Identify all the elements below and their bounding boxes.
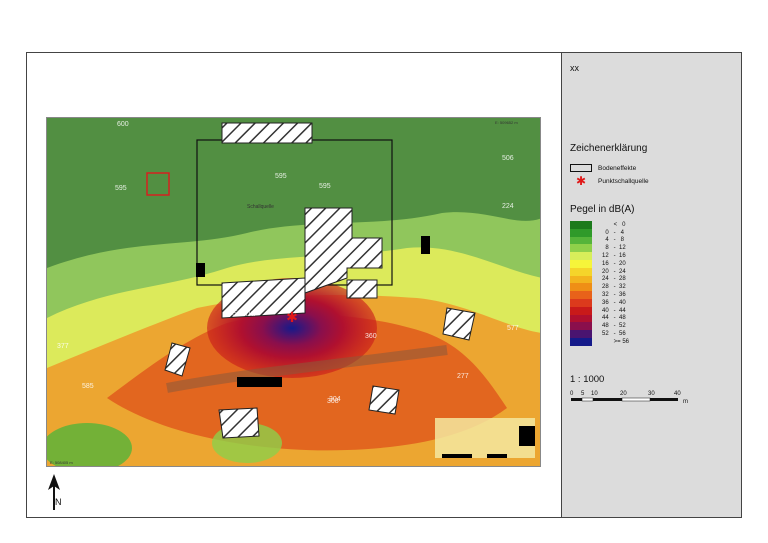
level-swatch (570, 244, 592, 253)
level-row: 48 - 52 (570, 322, 652, 331)
level-range: 8 - 12 (602, 245, 626, 252)
coordinate-bottom: E: 508405 m (50, 460, 73, 465)
level-range: 24 - 28 (602, 276, 626, 283)
level-range: 32 - 36 (602, 292, 626, 299)
level-range: 20 - 24 (602, 268, 626, 275)
level-row: 28 - 32 (570, 283, 652, 292)
scale-tick: 0 (570, 391, 574, 397)
level-heading: Pegel in dB(A) (570, 204, 635, 215)
level-swatch (570, 337, 592, 346)
level-row: 4 - 8 (570, 236, 652, 245)
level-range: 28 - 32 (602, 284, 626, 291)
level-scale: < 0 0 - 4 4 - 8 8 - 12 12 - 16 16 - 20 20 -… (570, 221, 652, 346)
level-swatch (570, 228, 592, 237)
legend-item-label: Bodeneffekte (598, 164, 637, 172)
level-swatch (570, 267, 592, 276)
level-row: 36 - 40 (570, 298, 652, 307)
scale-tick: 20 (620, 391, 627, 397)
building-annex (346, 279, 378, 299)
contour-label: 585 (82, 383, 94, 390)
level-row: 32 - 36 (570, 291, 652, 299)
contour-label: 595 (319, 183, 331, 190)
red-star-icon: ✱ (575, 174, 587, 188)
building-south-east (368, 385, 400, 415)
noise-map[interactable]: ✱ 595 595 595 304 308 360 585 506 224 37… (46, 117, 541, 467)
panel-title: xx (570, 63, 579, 73)
level-row: 20 - 24 (570, 267, 652, 276)
level-row: 52 - 56 (570, 330, 652, 338)
marker-east (421, 236, 430, 254)
scale-bar: 0 5 10 20 30 40 m (570, 391, 688, 405)
marker-road (237, 377, 282, 387)
level-swatch (570, 275, 592, 284)
level-row: < 0 (570, 221, 652, 229)
level-range: 16 - 20 (602, 260, 626, 267)
north-label: N (55, 497, 62, 507)
level-row: 44 - 48 (570, 314, 652, 323)
level-range: 12 - 16 (602, 253, 626, 260)
level-swatch (570, 283, 592, 292)
level-row: 16 - 20 (570, 259, 652, 268)
legend-item-point-source: ✱ Punktschallquelle (570, 174, 649, 188)
level-swatch (570, 306, 592, 315)
scale-ratio: 1 : 1000 (570, 374, 605, 385)
level-range: 52 - 56 (602, 331, 626, 338)
scale-tick: 40 (674, 391, 681, 397)
contour-label: 224 (502, 203, 514, 210)
level-swatch (570, 236, 592, 245)
level-range: 4 - 8 (602, 237, 625, 244)
level-range: < 0 (602, 221, 626, 228)
legend-item-label: Punktschallquelle (598, 177, 649, 185)
level-swatch (570, 322, 592, 331)
contour-label: 377 (57, 343, 69, 350)
building-north (221, 122, 313, 144)
contour-label: 277 (457, 373, 469, 380)
level-swatch (570, 252, 592, 260)
contour-label: 595 (275, 173, 287, 180)
contour-label: 308 (327, 398, 339, 405)
level-swatch (570, 221, 592, 229)
level-swatch (570, 298, 592, 307)
scale-unit: m (683, 399, 688, 405)
noise-map-canvas[interactable]: ✱ 595 595 595 304 308 360 585 506 224 37… (47, 118, 541, 467)
level-row: 24 - 28 (570, 275, 652, 284)
street-label: Stand (232, 308, 256, 318)
contour-label: 360 (365, 333, 377, 340)
level-swatch (570, 330, 592, 338)
level-row: 0 - 4 (570, 228, 652, 237)
scale-tick: 10 (591, 391, 598, 397)
scale-tick: 5 (581, 391, 585, 397)
level-row: >= 56 (570, 337, 652, 346)
level-swatch (570, 259, 592, 268)
coordinate-top: E: 509652 m (495, 120, 518, 125)
level-range: 40 - 44 (602, 307, 626, 314)
level-range: >= 56 (602, 338, 630, 345)
marker-west (196, 263, 205, 277)
level-range: 48 - 52 (602, 323, 626, 330)
level-row: 12 - 16 (570, 252, 652, 260)
rectangle-outline-icon (570, 164, 592, 172)
contour-label: 506 (502, 155, 514, 162)
level-row: 40 - 44 (570, 306, 652, 315)
level-swatch (570, 314, 592, 323)
level-row: 8 - 12 (570, 244, 652, 253)
legend-panel: xx Zeichenerklärung Bodeneffekte ✱ Punkt… (561, 52, 742, 518)
building-south (218, 407, 260, 439)
north-arrow-icon: N (48, 474, 62, 510)
level-range: 36 - 40 (602, 299, 626, 306)
contour-label: 577 (507, 325, 519, 332)
legend-item-ground-effect: Bodeneffekte (570, 164, 636, 172)
source-label: Schallquelle (247, 204, 274, 210)
contour-label: 595 (115, 185, 127, 192)
level-range: 44 - 48 (602, 315, 626, 322)
legend-heading: Zeichenerklärung (570, 143, 648, 154)
point-source-icon: ✱ (286, 310, 298, 326)
contour-label: 600 (117, 121, 129, 128)
scale-tick: 30 (648, 391, 655, 397)
building-east (442, 307, 476, 341)
level-swatch (570, 291, 592, 299)
level-range: 0 - 4 (602, 229, 625, 236)
